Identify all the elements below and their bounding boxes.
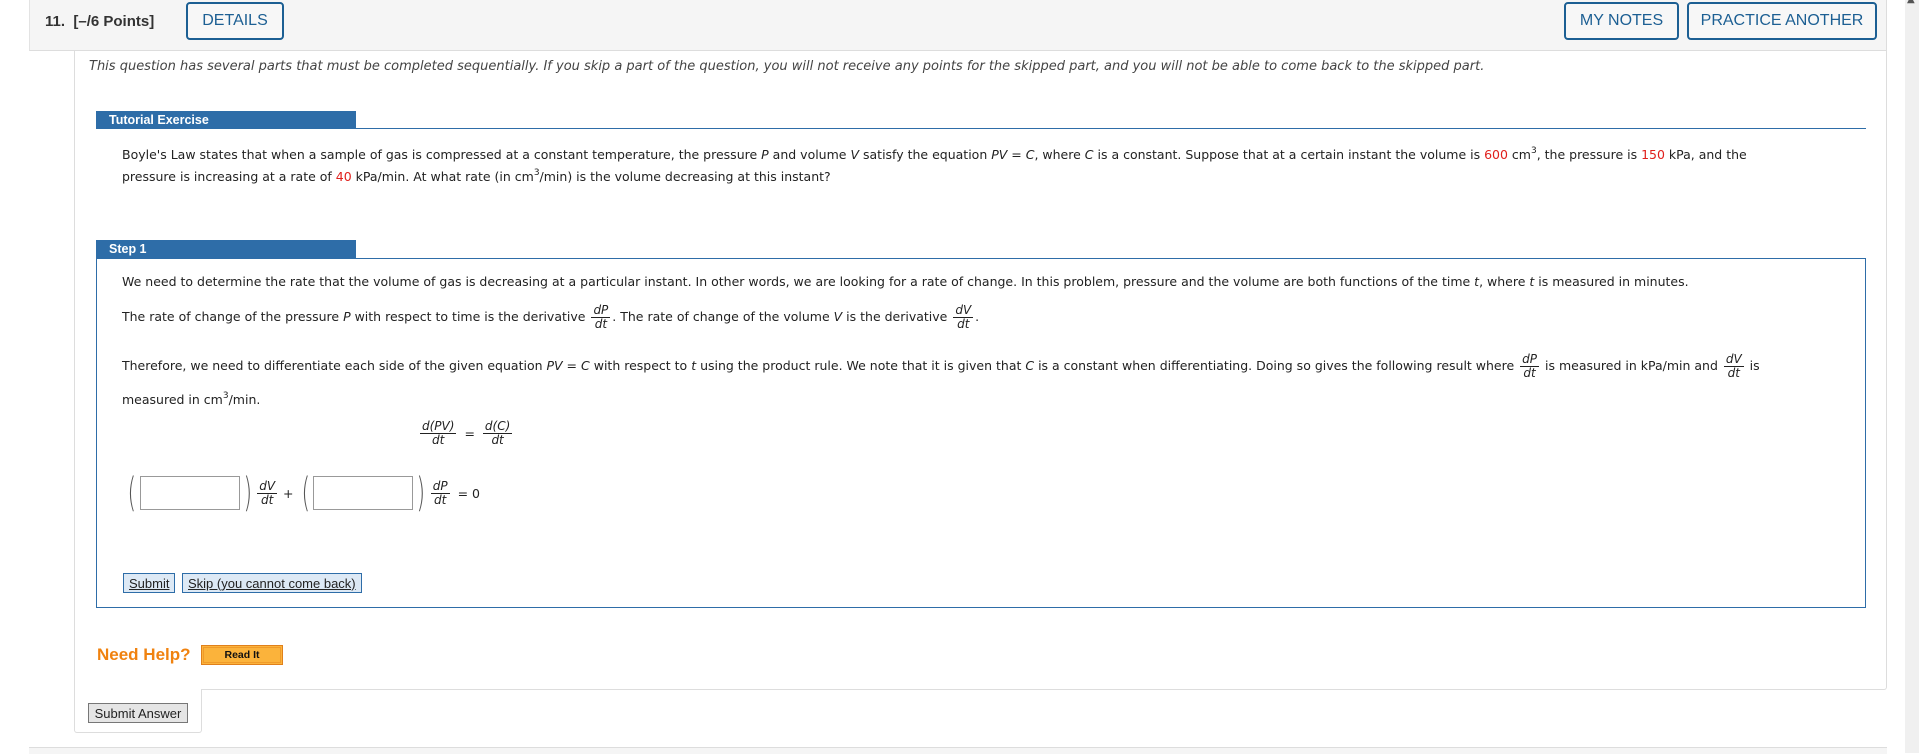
answer-input-2[interactable] (313, 476, 414, 510)
question-number: 11. [–/6 Points] (45, 13, 155, 30)
practice-another-button[interactable]: PRACTICE ANOTHER (1687, 2, 1877, 40)
right-paren: ) (243, 470, 252, 516)
read-it-button[interactable]: Read It (201, 645, 283, 665)
step1-paragraph2: The rate of change of the pressure P wit… (122, 303, 980, 331)
derivative-equation: d(PV) dt = d(C) dt (420, 419, 513, 447)
problem-text-line1: Boyle's Law states that when a sample of… (122, 146, 1747, 163)
step1-heading: Step 1 (96, 240, 356, 258)
tutorial-divider (96, 128, 1866, 129)
dP-dt-fraction: dP dt (1520, 352, 1540, 380)
tutorial-exercise-heading: Tutorial Exercise (96, 111, 356, 129)
answer-input-1[interactable] (139, 476, 240, 510)
skip-button[interactable]: Skip (you cannot come back) (182, 573, 362, 593)
step1-paragraph4: measured in cm3/min. (122, 391, 261, 408)
scroll-up-arrow-icon[interactable]: ▲ (1907, 0, 1915, 5)
step1-paragraph3: Therefore, we need to differentiate each… (122, 352, 1760, 380)
sequential-note: This question has several parts that mus… (89, 59, 1485, 74)
rate-value: 40 (335, 169, 352, 184)
step1-paragraph1: We need to determine the rate that the v… (122, 274, 1689, 289)
need-help-label: Need Help? (97, 645, 191, 664)
dV-dt-fraction: dV dt (953, 303, 974, 331)
right-paren: ) (416, 470, 426, 516)
pressure-value: 150 (1641, 147, 1665, 162)
dV-dt-fraction: dV dt (1723, 352, 1744, 380)
submit-answer-button[interactable]: Submit Answer (88, 703, 188, 723)
page-scrollbar[interactable] (1905, 0, 1919, 753)
problem-text-line2: pressure is increasing at a rate of 40 k… (122, 168, 831, 185)
dP-dt-fraction: dP dt (591, 303, 611, 331)
left-paren: ( (127, 470, 137, 516)
left-paren: ( (301, 470, 310, 516)
points-label: [–/6 Points] (73, 13, 155, 30)
volume-value: 600 (1484, 147, 1508, 162)
answer-equation: ( ) dV dt + ( ) dP dt = 0 (127, 470, 481, 516)
step-submit-button[interactable]: Submit (123, 573, 176, 593)
my-notes-button[interactable]: MY NOTES (1564, 2, 1679, 40)
details-button[interactable]: DETAILS (186, 2, 284, 40)
